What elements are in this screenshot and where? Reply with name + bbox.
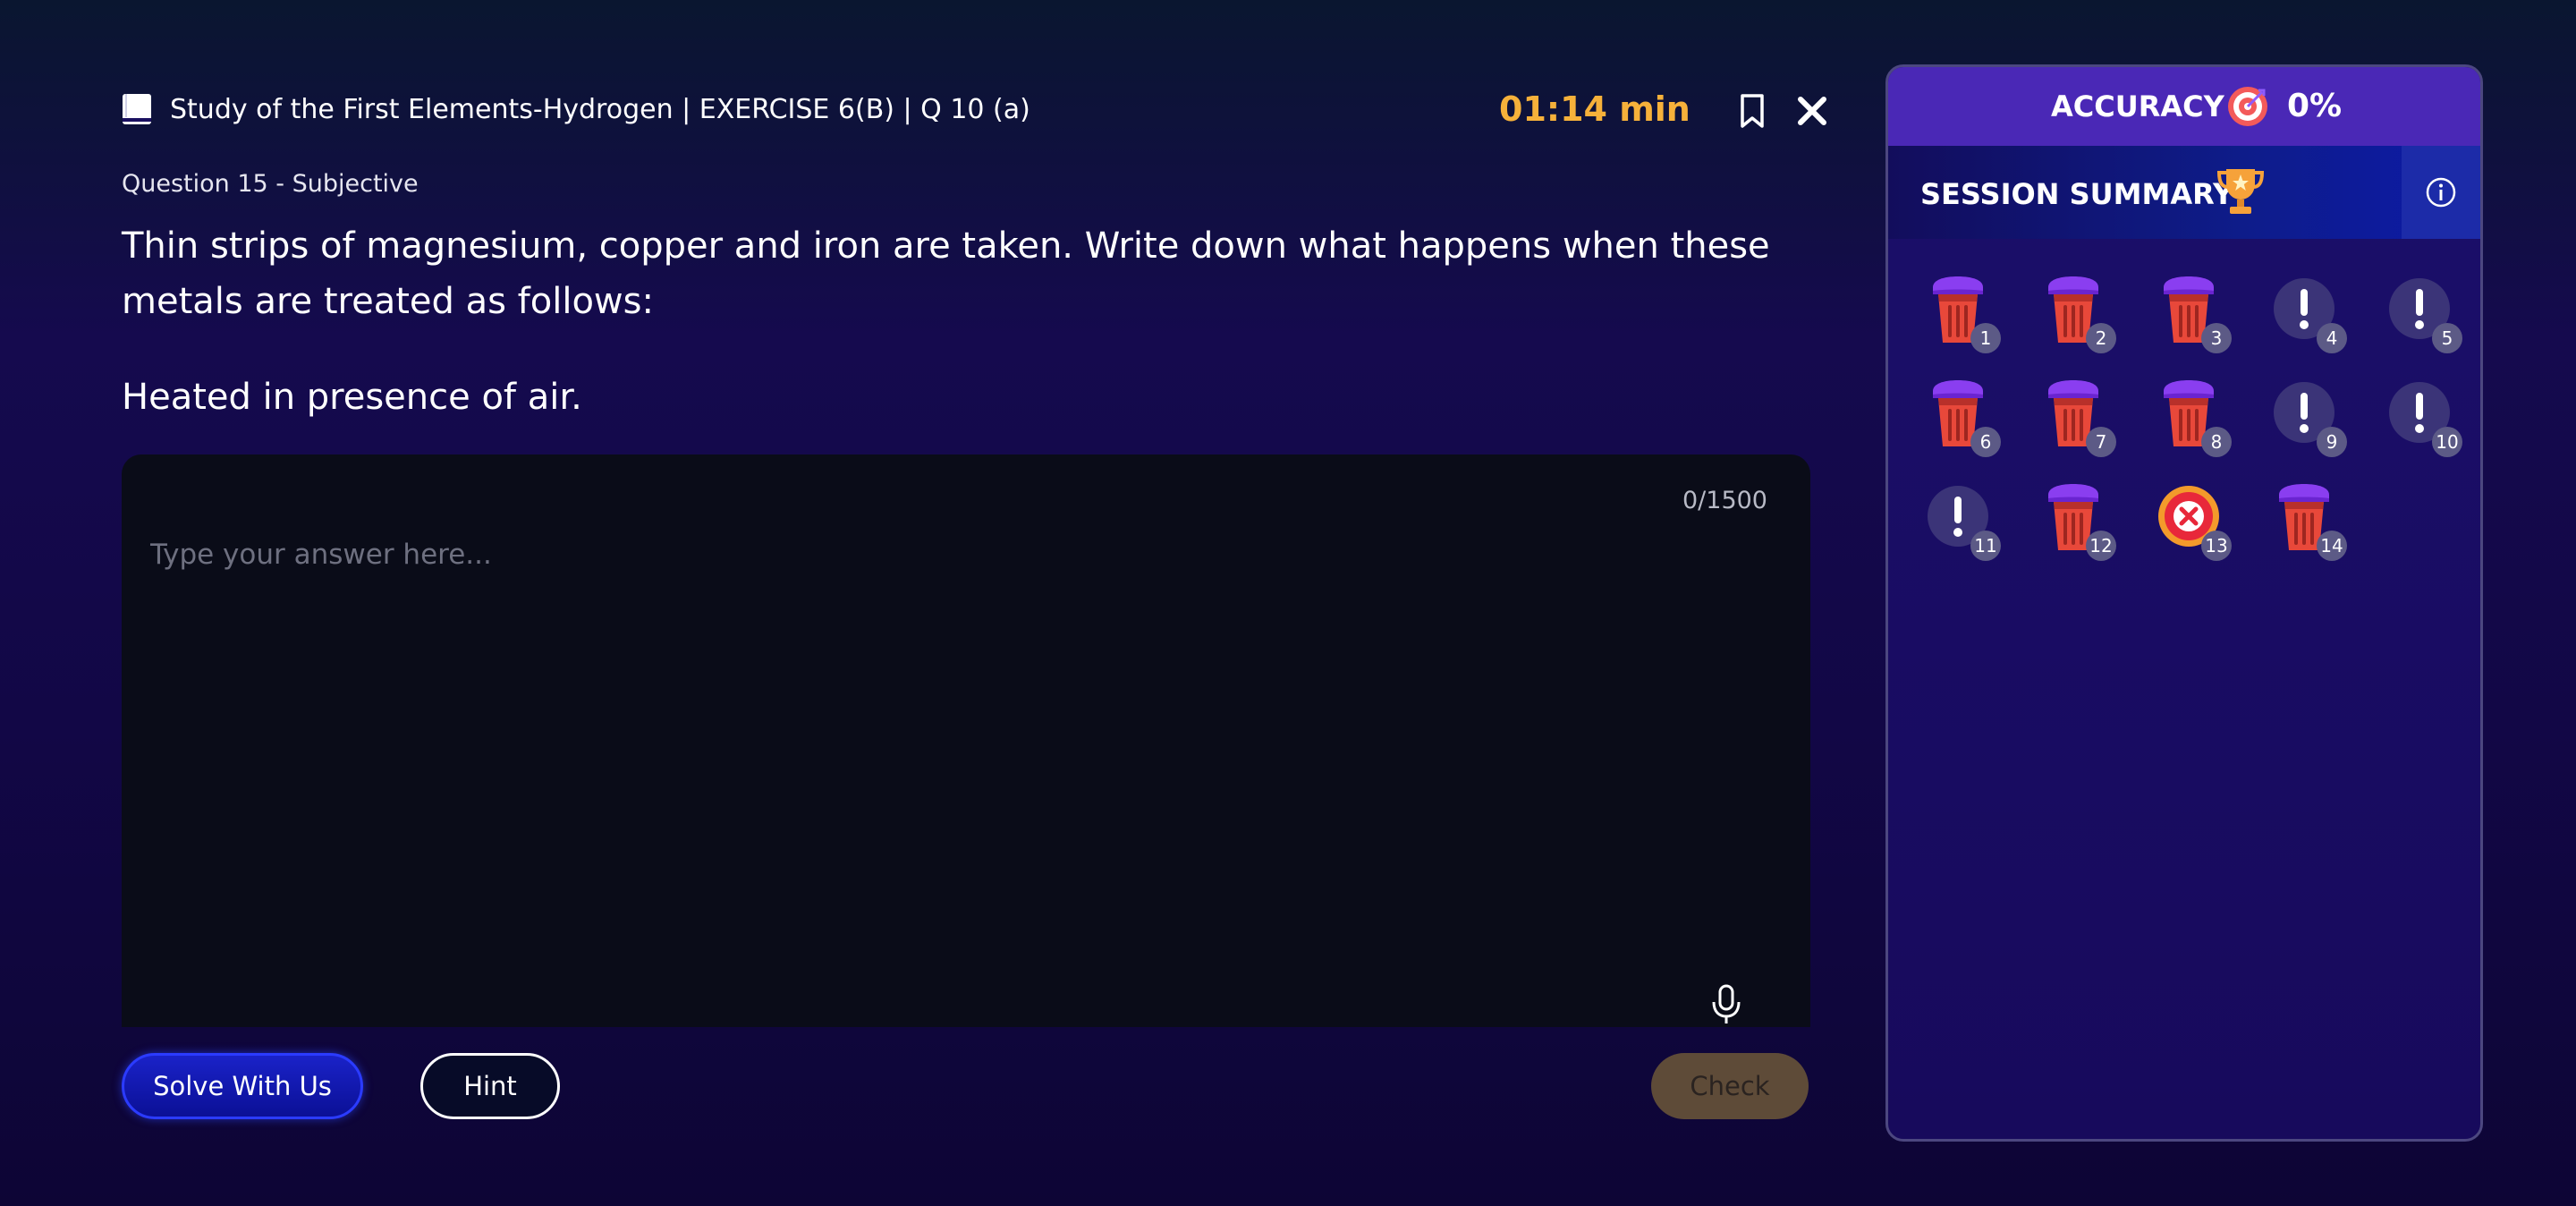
close-icon[interactable] xyxy=(1794,93,1830,129)
question-sub-text: Heated in presence of air. xyxy=(122,377,582,418)
accuracy-value: 0% xyxy=(2287,88,2343,124)
question-number-badge: 1 xyxy=(1970,323,2001,353)
question-status-item[interactable]: 6 xyxy=(1926,378,2001,457)
question-status-item[interactable]: 12 xyxy=(2041,482,2116,561)
check-button[interactable]: Check xyxy=(1651,1053,1809,1119)
session-summary-bar: SESSION SUMMARY xyxy=(1888,146,2480,239)
question-status-item[interactable]: 2 xyxy=(2041,275,2116,353)
question-meta: Question 15 - Subjective xyxy=(122,170,419,198)
question-number-badge: 2 xyxy=(2086,323,2116,353)
session-summary-label: SESSION SUMMARY xyxy=(1920,177,2234,211)
timer: 01:14 min xyxy=(1499,89,1690,129)
question-status-item[interactable]: 5 xyxy=(2387,275,2462,353)
question-status-item[interactable]: 9 xyxy=(2272,378,2347,457)
question-status-item[interactable]: 13 xyxy=(2157,482,2232,561)
question-number-badge: 10 xyxy=(2432,427,2462,457)
question-number-badge: 14 xyxy=(2317,531,2347,561)
accuracy-bar: ACCURACY 0% xyxy=(1888,67,2480,146)
question-number-badge: 12 xyxy=(2086,531,2116,561)
answer-box: 0/1500 xyxy=(122,454,1810,1027)
question-number-badge: 6 xyxy=(1970,427,2001,457)
question-number-badge: 5 xyxy=(2432,323,2462,353)
question-status-item[interactable]: 8 xyxy=(2157,378,2232,457)
hint-button[interactable]: Hint xyxy=(420,1053,560,1119)
trophy-icon xyxy=(2216,169,2265,214)
question-status-item[interactable]: 10 xyxy=(2387,378,2462,457)
question-status-item[interactable]: 7 xyxy=(2041,378,2116,457)
question-number-badge: 8 xyxy=(2201,427,2232,457)
question-header: Study of the First Elements-Hydrogen | E… xyxy=(122,86,1834,134)
question-status-item[interactable]: 1 xyxy=(1926,275,2001,353)
microphone-icon[interactable] xyxy=(1708,982,1744,1027)
question-status-item[interactable]: 11 xyxy=(1926,482,2001,561)
accuracy-label: ACCURACY xyxy=(2051,89,2224,123)
question-number-badge: 4 xyxy=(2317,323,2347,353)
info-icon xyxy=(2426,177,2456,208)
question-number-badge: 3 xyxy=(2201,323,2232,353)
answer-input[interactable] xyxy=(150,535,1742,929)
chapter-title: Study of the First Elements-Hydrogen | E… xyxy=(170,94,1030,125)
question-number-badge: 13 xyxy=(2201,531,2232,561)
book-icon xyxy=(123,94,151,124)
question-number-badge: 11 xyxy=(1970,531,2001,561)
question-status-item[interactable]: 3 xyxy=(2157,275,2232,353)
question-number-badge: 9 xyxy=(2317,427,2347,457)
question-text: Thin strips of magnesium, copper and iro… xyxy=(122,225,1770,322)
target-icon xyxy=(2228,87,2267,126)
bookmark-icon[interactable] xyxy=(1739,93,1766,129)
question-status-item[interactable]: 14 xyxy=(2272,482,2347,561)
session-panel: ACCURACY 0% SESSION SUMMARY 1 2 3 4 5 6 … xyxy=(1885,64,2483,1142)
question-number-badge: 7 xyxy=(2086,427,2116,457)
solve-with-us-button[interactable]: Solve With Us xyxy=(122,1053,363,1119)
info-button[interactable] xyxy=(2402,146,2480,239)
question-status-item[interactable]: 4 xyxy=(2272,275,2347,353)
char-count: 0/1500 xyxy=(1682,487,1767,514)
